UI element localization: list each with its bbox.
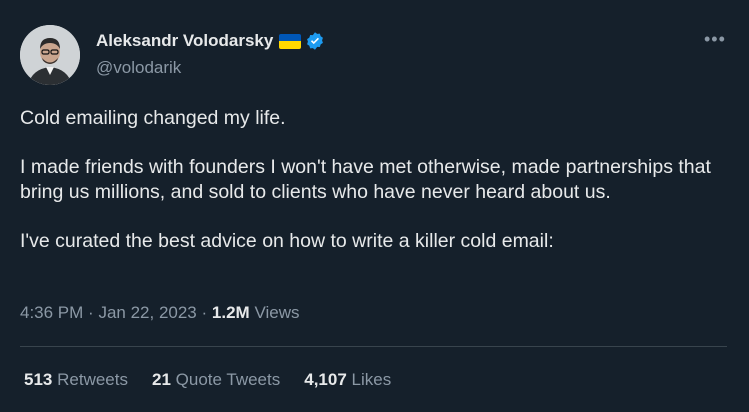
tweet-paragraph: I made friends with founders I won't hav…	[20, 156, 711, 203]
engagement-stats: 513 Retweets 21 Quote Tweets 4,107 Likes	[24, 370, 415, 390]
more-options-icon[interactable]: •••	[704, 30, 726, 48]
tweet-paragraph: I've curated the best advice on how to w…	[20, 229, 554, 252]
meta-separator: ·	[88, 303, 94, 322]
quote-tweets-stat[interactable]: 21 Quote Tweets	[152, 370, 280, 390]
retweets-count: 513	[24, 370, 53, 389]
tweet-text: Cold emailing changed my life. I made fr…	[20, 106, 720, 253]
retweets-stat[interactable]: 513 Retweets	[24, 370, 128, 390]
divider	[20, 346, 727, 347]
tweet-meta: 4:36 PM · Jan 22, 2023 · 1.2M Views	[20, 303, 299, 323]
tweet-paragraph: Cold emailing changed my life.	[20, 107, 286, 129]
author-handle[interactable]: @volodarik	[96, 58, 181, 78]
meta-separator: ·	[201, 303, 208, 322]
author-name[interactable]: Aleksandr Volodarsky	[96, 31, 273, 51]
tweet-time[interactable]: 4:36 PM	[20, 303, 83, 322]
verified-badge-icon[interactable]	[305, 31, 325, 51]
views-count: 1.2M	[211, 303, 250, 322]
author-row: Aleksandr Volodarsky	[96, 31, 325, 51]
tweet-date[interactable]: Jan 22, 2023	[98, 303, 196, 322]
ukraine-flag-icon	[279, 33, 302, 49]
views-label: Views	[254, 303, 300, 322]
profile-photo-icon	[20, 25, 80, 85]
likes-stat[interactable]: 4,107 Likes	[304, 370, 391, 390]
quotes-count: 21	[151, 370, 171, 389]
quotes-label: Quote Tweets	[175, 370, 281, 389]
likes-count: 4,107	[304, 370, 347, 389]
likes-label: Likes	[351, 370, 392, 389]
retweets-label: Retweets	[57, 370, 128, 389]
avatar[interactable]	[20, 25, 80, 85]
